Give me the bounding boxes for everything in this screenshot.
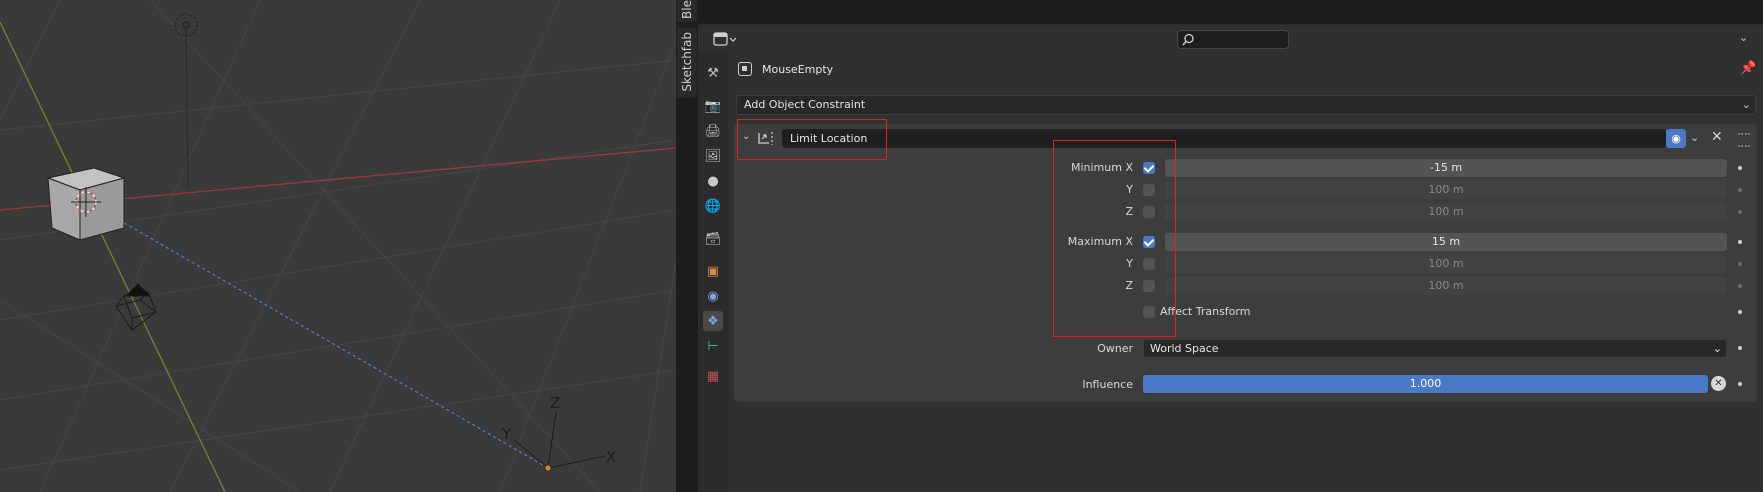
properties-tabbar: ⚒ 📷 🖨 🖼 ● 🌐 🗃 ▣ ◉ ❖ ⊢ ▦: [698, 53, 728, 492]
keyframe-dot-icon[interactable]: [1738, 188, 1742, 192]
keyframe-dot-icon[interactable]: [1738, 210, 1742, 214]
properties-editor-icon: [713, 32, 737, 46]
object-name: MouseEmpty: [762, 63, 834, 76]
limit-value-field[interactable]: -15 m: [1165, 159, 1727, 177]
highlight-box-constraint-header: [737, 119, 887, 160]
drag-handle-icon[interactable]: [1738, 133, 1750, 147]
keyframe-dot-icon[interactable]: [1738, 166, 1742, 170]
y-axis-line: [0, 21, 226, 492]
floor-grid: [0, 0, 676, 492]
limit-value-field[interactable]: 100 m: [1165, 255, 1727, 273]
gizmo-label-x: X: [606, 448, 617, 466]
gizmo-label-y: Y: [502, 425, 512, 443]
eye-icon[interactable]: ◉: [1666, 129, 1686, 148]
limit-value-field[interactable]: 100 m: [1165, 277, 1727, 295]
close-icon[interactable]: ✕: [1711, 129, 1723, 145]
add-object-constraint-dropdown[interactable]: Add Object Constraint ⌄: [736, 95, 1756, 115]
object-icon[interactable]: ▣: [703, 261, 723, 281]
editor-type-button[interactable]: [712, 30, 738, 48]
top-strip: [698, 0, 1763, 24]
tab-label: Ble: [680, 0, 694, 19]
empty-object-icon: [738, 62, 752, 76]
tab-label: Sketchfab: [680, 32, 694, 92]
keyframe-dot-icon[interactable]: [1738, 310, 1742, 314]
add-constraint-label: Add Object Constraint: [744, 98, 866, 111]
chevron-down-icon: ⌄: [1741, 98, 1751, 111]
view-layer-icon[interactable]: 🖼: [703, 146, 723, 166]
tab-blenderkit[interactable]: Ble: [677, 0, 697, 22]
keyframe-dot-icon[interactable]: [1738, 284, 1742, 288]
pin-icon[interactable]: 📌: [1740, 61, 1756, 76]
search-icon: [1182, 33, 1194, 46]
limit-value-field[interactable]: 15 m: [1165, 233, 1727, 251]
keyframe-dot-icon[interactable]: [1738, 382, 1742, 386]
3d-viewport[interactable]: Z Y X: [0, 0, 676, 492]
owner-space-dropdown[interactable]: World Space ⌄: [1143, 339, 1727, 358]
owner-label: Owner: [1097, 342, 1133, 355]
chevron-down-icon: ⌄: [1712, 342, 1722, 355]
search-input[interactable]: [1177, 30, 1289, 49]
render-icon[interactable]: 📷: [703, 96, 723, 116]
output-icon[interactable]: 🖨: [703, 121, 723, 141]
collection-icon[interactable]: 🗃: [703, 229, 723, 249]
highlight-box-limit-checkboxes: [1053, 140, 1176, 337]
texture-icon[interactable]: ▦: [703, 366, 723, 386]
physics-icon[interactable]: ◉: [703, 286, 723, 306]
limit-value-field[interactable]: 100 m: [1165, 181, 1727, 199]
influence-slider[interactable]: 1.000: [1143, 375, 1708, 393]
constraint-menu-chevron-icon[interactable]: ⌄: [1690, 131, 1699, 144]
keyframe-dot-icon[interactable]: [1738, 262, 1742, 266]
limit-value-field[interactable]: 100 m: [1165, 203, 1727, 221]
owner-value: World Space: [1150, 342, 1219, 355]
influence-value: 1.000: [1409, 377, 1442, 390]
gizmo-label-z: Z: [550, 394, 561, 412]
disable-keep-transform-icon[interactable]: ✕: [1711, 376, 1726, 391]
constraint-name-field[interactable]: Limit Location: [782, 129, 1666, 148]
n-panel-tabs: Ble Sketchfab: [676, 0, 698, 492]
object-constraint-icon[interactable]: ❖: [703, 311, 723, 331]
scene-icon[interactable]: ●: [703, 171, 723, 191]
tab-sketchfab[interactable]: Sketchfab: [677, 28, 697, 98]
keyframe-dot-icon[interactable]: [1738, 240, 1742, 244]
influence-label: Influence: [1082, 378, 1133, 391]
keyframe-dot-icon[interactable]: [1738, 346, 1742, 350]
tool-icon[interactable]: ⚒: [703, 63, 723, 83]
world-icon[interactable]: 🌐: [703, 196, 723, 216]
chevron-down-icon[interactable]: ⌄: [1739, 31, 1748, 44]
object-data-icon[interactable]: ⊢: [703, 336, 723, 356]
viewport-scene: [0, 0, 676, 492]
